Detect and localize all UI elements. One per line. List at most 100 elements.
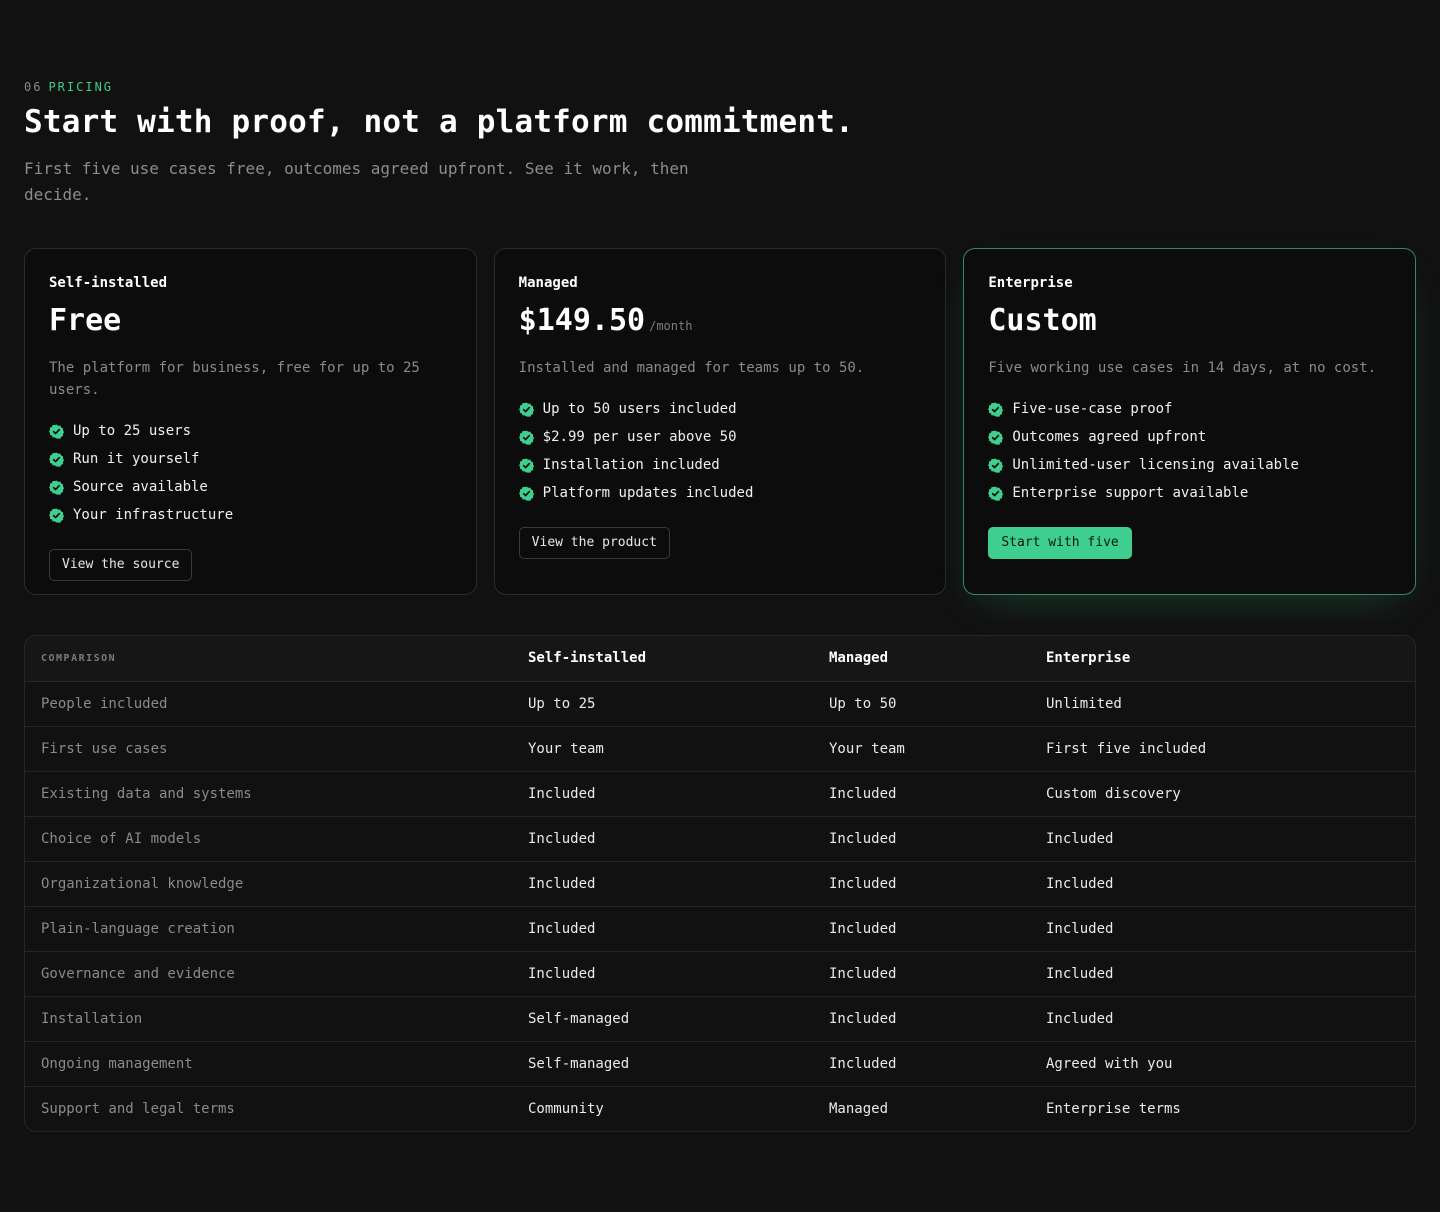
plan-features: Up to 50 users included $2.99 per user a… <box>518 395 922 507</box>
table-row: Ongoing management Self-managed Included Ag… <box>25 1041 1415 1087</box>
cell-enterprise: Included <box>1030 816 1415 862</box>
comparison-grid: COMPARISON Self-installed Managed Enterp… <box>25 636 1415 1131</box>
column-header-self-installed: Self-installed <box>512 636 813 682</box>
row-feature: Ongoing management <box>25 1041 512 1087</box>
feature-item: Installation included <box>518 451 922 479</box>
feature-label: Your infrastructure <box>73 507 234 523</box>
cell-enterprise: Unlimited <box>1030 681 1415 727</box>
plan-features: Five-use-case proof Outcomes agreed upfr… <box>988 395 1391 507</box>
check-badge-icon <box>49 508 64 523</box>
check-badge-icon <box>49 452 64 467</box>
pricing-cards: Self-installed Free The platform for bus… <box>24 248 1417 595</box>
column-header-managed: Managed <box>813 636 1030 682</box>
cell-enterprise: First five included <box>1030 726 1415 772</box>
cell-self-installed: Included <box>512 906 813 952</box>
cell-enterprise: Custom discovery <box>1030 771 1415 817</box>
cell-managed: Up to 50 <box>813 681 1030 727</box>
plan-tier: Self-installed <box>49 275 168 291</box>
view-product-button[interactable]: View the product <box>518 527 670 559</box>
check-badge-icon <box>988 486 1004 501</box>
page-subtitle: First five use cases free, outcomes agre… <box>24 159 689 204</box>
feature-item: Enterprise support available <box>988 479 1391 507</box>
feature-item: Your infrastructure <box>49 501 452 529</box>
cell-managed: Included <box>813 1041 1030 1087</box>
row-feature: Organizational knowledge <box>25 861 512 907</box>
feature-item: Source available <box>49 473 452 501</box>
plan-price: $149.50 <box>518 303 646 338</box>
column-header-comparison: COMPARISON <box>25 636 512 682</box>
cell-self-installed: Included <box>512 861 813 907</box>
table-row: Installation Self-managed Included Included <box>25 996 1415 1042</box>
row-feature: Existing data and systems <box>25 771 512 817</box>
cell-managed: Your team <box>813 726 1030 772</box>
feature-label: Run it yourself <box>73 451 200 467</box>
feature-label: Platform updates included <box>542 485 754 501</box>
column-header-enterprise: Enterprise <box>1030 636 1415 682</box>
view-source-button[interactable]: View the source <box>49 549 193 581</box>
feature-label: Source available <box>73 479 208 495</box>
plan-price-row: Custom <box>988 303 1391 343</box>
cell-enterprise: Included <box>1030 996 1415 1042</box>
cell-managed: Included <box>813 771 1030 817</box>
cell-self-installed: Community <box>528 1100 604 1117</box>
check-badge-icon <box>49 424 64 439</box>
comparison-header: COMPARISON Self-installed Managed Enterp… <box>25 636 1415 682</box>
cell-managed: Included <box>813 861 1030 907</box>
row-feature: Plain-language creation <box>25 906 512 952</box>
table-row: Choice of AI models Included Included Inclu… <box>25 816 1415 862</box>
plan-tier: Enterprise <box>988 275 1073 291</box>
cell-managed: Included <box>813 816 1030 862</box>
plan-card-managed: Managed $149.50 /month Installed and man… <box>493 248 947 595</box>
section-label: PRICING <box>48 80 114 94</box>
feature-label: Up to 50 users included <box>542 401 737 417</box>
cell-self-installed: Included <box>512 951 813 997</box>
row-feature: Choice of AI models <box>25 816 512 862</box>
feature-item: Outcomes agreed upfront <box>988 423 1391 451</box>
check-badge-icon <box>988 402 1004 417</box>
table-row: Support and legal terms Community Managed E… <box>25 1086 1415 1131</box>
plan-price: Custom <box>988 303 1097 338</box>
cell-enterprise: Enterprise terms <box>1046 1100 1181 1117</box>
feature-item: Run it yourself <box>49 445 452 473</box>
row-feature: Installation <box>25 996 512 1042</box>
row-feature: First use cases <box>25 726 512 772</box>
plan-price-row: Free <box>49 303 452 343</box>
check-badge-icon <box>518 430 534 445</box>
header-row: COMPARISON Self-installed Managed Enterp… <box>25 636 1415 682</box>
cell-enterprise: Included <box>1030 906 1415 952</box>
check-badge-icon <box>988 458 1004 473</box>
plan-tier: Managed <box>518 275 578 291</box>
plan-description: The platform for business, free for up t… <box>49 360 420 398</box>
plan-card-enterprise: Enterprise Custom Five working use cases… <box>963 248 1417 595</box>
plan-period: /month <box>649 319 693 333</box>
cell-self-installed: Included <box>512 816 813 862</box>
table-row: Organizational knowledge Included Included… <box>25 861 1415 907</box>
cell-enterprise: Included <box>1030 951 1415 997</box>
feature-item: Unlimited-user licensing available <box>988 451 1391 479</box>
feature-label: Up to 25 users <box>73 423 192 439</box>
comparison-table: COMPARISON Self-installed Managed Enterp… <box>24 635 1416 1132</box>
cell-self-installed: Included <box>512 771 813 817</box>
cell-managed: Included <box>813 996 1030 1042</box>
row-feature: Governance and evidence <box>25 951 512 997</box>
cell-managed: Managed <box>829 1100 889 1117</box>
check-badge-icon <box>49 480 64 495</box>
check-badge-icon <box>988 430 1004 445</box>
section-number: 06 <box>24 80 43 94</box>
table-row: Governance and evidence Included Included I… <box>25 951 1415 997</box>
plan-card-self-installed: Self-installed Free The platform for bus… <box>24 248 477 595</box>
check-badge-icon <box>518 458 534 473</box>
cell-self-installed: Self-managed <box>512 1041 813 1087</box>
section-eyebrow: 06 PRICING <box>24 80 113 94</box>
table-row: Plain-language creation Included Included I… <box>25 906 1415 952</box>
feature-item: $2.99 per user above 50 <box>518 423 922 451</box>
cell-managed: Included <box>813 906 1030 952</box>
row-feature: Support and legal terms <box>41 1100 235 1117</box>
feature-label: Five-use-case proof <box>1012 401 1173 417</box>
plan-description: Installed and managed for teams up to 50… <box>518 360 865 376</box>
cell-self-installed: Up to 25 <box>512 681 813 727</box>
cell-self-installed: Self-managed <box>512 996 813 1042</box>
feature-label: Outcomes agreed upfront <box>1012 429 1207 445</box>
row-feature: People included <box>25 681 512 727</box>
start-with-five-button[interactable]: Start with five <box>988 527 1132 559</box>
